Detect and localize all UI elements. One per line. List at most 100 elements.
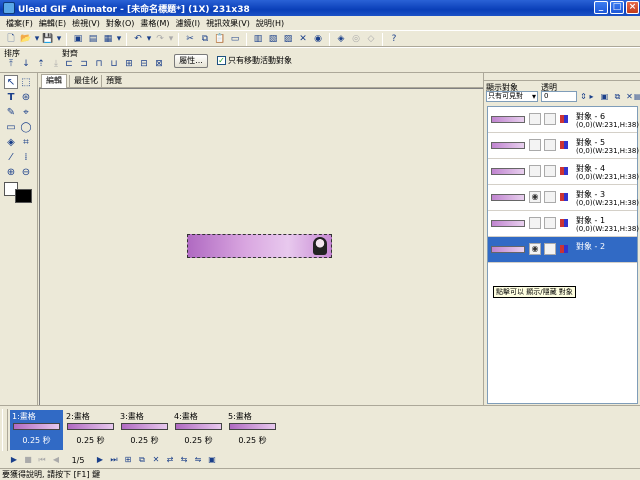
copy-icon[interactable]: ⧉ — [198, 32, 212, 46]
app-icon[interactable] — [3, 2, 15, 14]
duplicate-frame-icon[interactable]: ⧉ — [136, 454, 148, 466]
frame-properties-icon[interactable]: ▧ — [266, 32, 280, 46]
expand-icon[interactable]: ▸ — [586, 91, 597, 102]
cut-icon[interactable]: ✂ — [183, 32, 197, 46]
visibility-toggle-icon[interactable]: ◉ — [529, 243, 541, 255]
play-icon[interactable]: ▶ — [8, 454, 20, 466]
menu-video-effects[interactable]: 視訊效果(V) — [203, 18, 253, 29]
delete-icon[interactable]: ▭ — [228, 32, 242, 46]
lock-toggle-icon[interactable] — [544, 217, 556, 229]
align-bottom-icon[interactable]: ⊞ — [122, 57, 136, 71]
dropdown-arrow-icon[interactable]: ▾ — [116, 32, 122, 46]
menu-frame[interactable]: 畫格(M) — [137, 18, 172, 29]
lock-toggle-icon[interactable] — [544, 165, 556, 177]
context-help-icon[interactable]: ? — [387, 32, 401, 46]
redo-icon[interactable]: ↷ — [153, 32, 167, 46]
frame-delay[interactable]: 0.25 秒 — [10, 435, 63, 446]
color-palette-icon[interactable]: ▦ — [101, 32, 115, 46]
animation-banner-image[interactable] — [187, 234, 332, 258]
frame-delay[interactable]: 0.25 秒 — [118, 435, 171, 446]
first-frame-icon[interactable]: ⏮ — [36, 454, 48, 466]
lasso-icon[interactable]: ⌖ — [19, 105, 33, 119]
marquee-select-icon[interactable]: ⬚ — [19, 75, 33, 89]
object-manager-icon[interactable]: ▨ — [281, 32, 295, 46]
frame-delay[interactable]: 0.25 秒 — [172, 435, 225, 446]
text-tool-icon[interactable]: T — [4, 90, 18, 104]
bring-to-front-icon[interactable]: ⤒ — [4, 57, 18, 71]
close-button[interactable]: × — [626, 1, 639, 14]
compare-icon[interactable]: ◎ — [349, 32, 363, 46]
visibility-toggle-icon[interactable]: ◉ — [529, 191, 541, 203]
dropdown-arrow-icon[interactable]: ▾ — [34, 32, 40, 46]
align-middle-icon[interactable]: ⊔ — [107, 57, 121, 71]
zoom-in-icon[interactable]: ⊕ — [4, 165, 18, 179]
send-backward-icon[interactable]: ⇡ — [34, 57, 48, 71]
add-video-icon[interactable]: ▤ — [86, 32, 100, 46]
text-banner-icon[interactable]: ⇆ — [178, 454, 190, 466]
tab-optimize[interactable]: 最佳化 — [69, 75, 102, 88]
transparency-input[interactable]: 0 — [541, 91, 577, 102]
magic-wand-icon[interactable]: ⊛ — [19, 90, 33, 104]
lock-toggle-icon[interactable] — [544, 113, 556, 125]
minimize-button[interactable]: _ — [594, 1, 608, 14]
visibility-toggle-icon[interactable] — [529, 165, 541, 177]
canvas-workspace[interactable] — [39, 88, 483, 405]
dropdown-arrow-icon[interactable]: ▾ — [56, 32, 62, 46]
align-left-icon[interactable]: ⊏ — [62, 57, 76, 71]
tab-edit[interactable]: 編輯 — [41, 74, 67, 89]
object-row[interactable]: 對象 - 5 (0,0)(W:231,H:38) — [488, 133, 639, 159]
visibility-toggle-icon[interactable] — [529, 139, 541, 151]
next-frame-icon[interactable]: ▶ — [94, 454, 106, 466]
show-objects-select[interactable]: 只有可見對 — [486, 91, 538, 102]
object-row-selected[interactable]: ◉ 對象 - 2 — [488, 237, 637, 263]
eyedropper-icon[interactable]: ⁄ — [4, 150, 18, 164]
frame-item[interactable]: 2:畫格 0.25 秒 — [64, 410, 117, 450]
dropdown-arrow-icon[interactable]: ▾ — [146, 32, 152, 46]
frame-item[interactable]: 4:畫格 0.25 秒 — [172, 410, 225, 450]
menu-view[interactable]: 檢視(V) — [69, 18, 103, 29]
optimize-wizard-icon[interactable]: ◇ — [364, 32, 378, 46]
lock-toggle-icon[interactable] — [544, 243, 556, 255]
align-right-icon[interactable]: ⊟ — [137, 57, 151, 71]
align-full-icon[interactable]: ⊠ — [152, 57, 166, 71]
visibility-toggle-icon[interactable] — [529, 217, 541, 229]
reverse-frames-icon[interactable]: ⇋ — [192, 454, 204, 466]
properties-button[interactable]: 屬性... — [174, 54, 208, 68]
menu-filter[interactable]: 濾鏡(I) — [173, 18, 204, 29]
undo-icon[interactable]: ↶ — [131, 32, 145, 46]
optimize-icon[interactable]: ◈ — [334, 32, 348, 46]
duplicate-object-icon[interactable]: ⧉ — [612, 91, 623, 102]
bring-forward-icon[interactable]: ↓ — [19, 57, 33, 71]
object-row[interactable]: 對象 - 6 (0,0)(W:231,H:38) — [488, 107, 639, 133]
frame-item[interactable]: 1:畫格 0.25 秒 — [10, 410, 63, 450]
menu-file[interactable]: 檔案(F) — [3, 18, 36, 29]
delete-frame-icon[interactable]: ✕ — [150, 454, 162, 466]
maximize-button[interactable]: □ — [610, 1, 624, 14]
ellipse-icon[interactable]: ◯ — [19, 120, 33, 134]
new-file-icon[interactable]: 🗋 — [4, 32, 18, 46]
paintbrush-icon[interactable]: ✎ — [4, 105, 18, 119]
object-properties-icon[interactable]: ▤ — [634, 91, 640, 102]
send-to-back-icon[interactable]: ⤓ — [49, 57, 63, 71]
frame-delay[interactable]: 0.25 秒 — [64, 435, 117, 446]
pick-tool-icon[interactable]: ↖ — [4, 75, 18, 89]
web-preview-icon[interactable]: ◉ — [311, 32, 325, 46]
tab-preview[interactable]: 預覽 — [101, 75, 126, 88]
image-properties-icon[interactable]: ▥ — [251, 32, 265, 46]
align-center-icon[interactable]: ⊐ — [77, 57, 91, 71]
object-row[interactable]: 對象 - 4 (0,0)(W:231,H:38) — [488, 159, 639, 185]
background-color-swatch[interactable] — [15, 189, 32, 203]
line-tool-icon[interactable]: ⁞ — [19, 150, 33, 164]
paste-icon[interactable]: 📋 — [213, 32, 227, 46]
zoom-out-icon[interactable]: ⊖ — [19, 165, 33, 179]
frame-delay[interactable]: 0.25 秒 — [226, 435, 279, 446]
menu-edit[interactable]: 編輯(E) — [36, 18, 69, 29]
add-frame-icon[interactable]: ⊞ — [122, 454, 134, 466]
save-icon[interactable]: 💾 — [41, 32, 55, 46]
frame-properties-icon[interactable]: ▣ — [206, 454, 218, 466]
panel-grip[interactable] — [2, 409, 8, 451]
object-row[interactable]: 對象 - 1 (0,0)(W:231,H:38) — [488, 211, 639, 237]
lock-toggle-icon[interactable] — [544, 139, 556, 151]
stop-icon[interactable]: ■ — [22, 454, 34, 466]
eraser-icon[interactable]: ▭ — [4, 120, 18, 134]
